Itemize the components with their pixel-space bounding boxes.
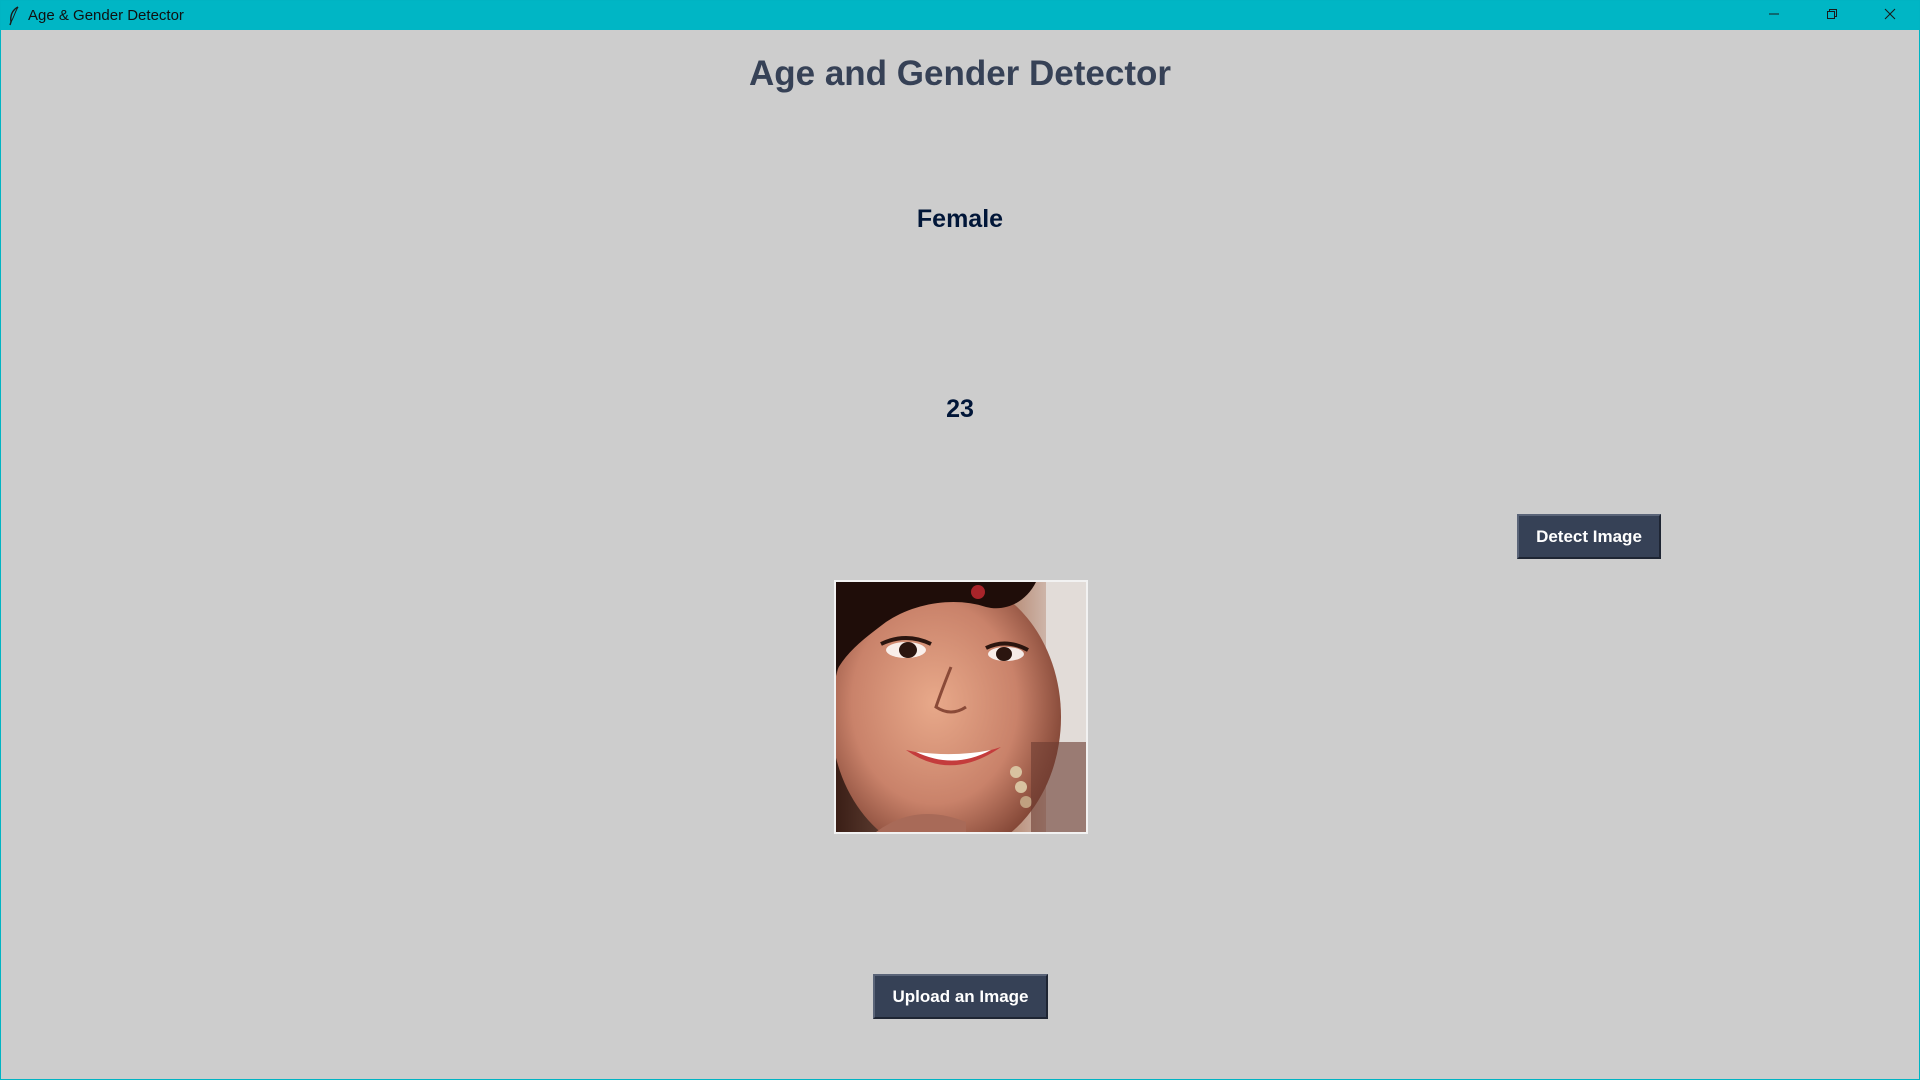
- restore-icon: [1826, 7, 1838, 25]
- feather-icon: [7, 5, 21, 26]
- app-heading: Age and Gender Detector: [748, 54, 1172, 93]
- minimize-icon: [1768, 7, 1780, 25]
- close-button[interactable]: [1861, 1, 1919, 30]
- minimize-button[interactable]: [1745, 1, 1803, 30]
- age-result-label: 23: [946, 395, 974, 423]
- window-title: Age & Gender Detector: [28, 7, 184, 24]
- face-photo: [836, 582, 1086, 832]
- window-controls: [1745, 1, 1919, 30]
- upload-image-button[interactable]: Upload an Image: [873, 974, 1048, 1019]
- close-icon: [1884, 7, 1896, 25]
- gender-result-label: Female: [916, 205, 1004, 233]
- title-bar[interactable]: Age & Gender Detector: [1, 1, 1919, 30]
- uploaded-image: [834, 580, 1088, 834]
- app-window: Age & Gender Detector Age and Gender Det…: [0, 0, 1920, 1080]
- detect-image-button[interactable]: Detect Image: [1517, 514, 1661, 559]
- maximize-button[interactable]: [1803, 1, 1861, 30]
